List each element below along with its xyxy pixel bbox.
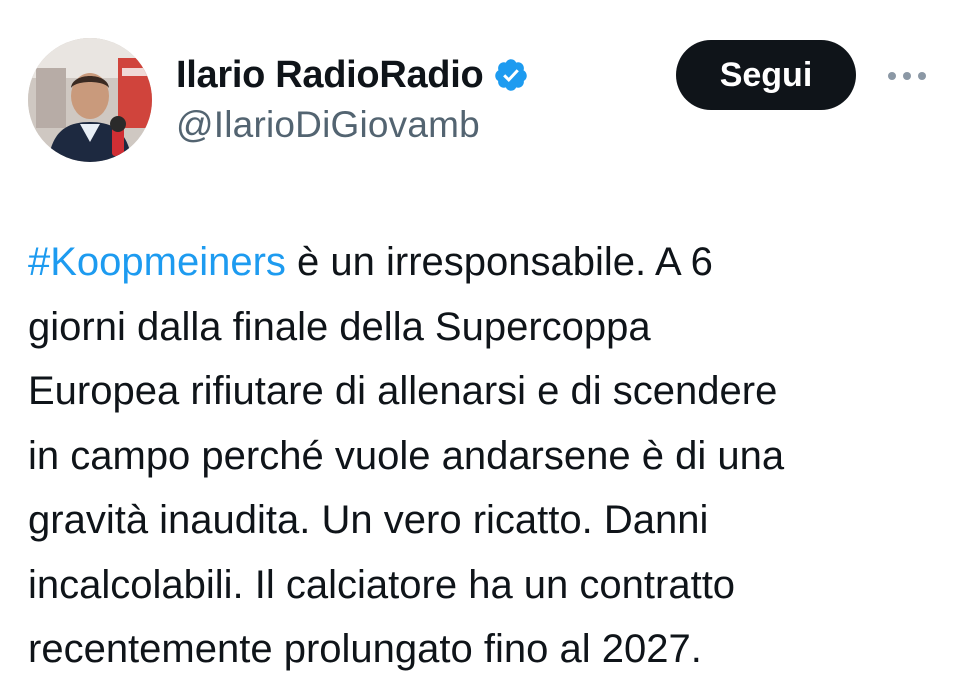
more-horizontal-icon[interactable]: [878, 54, 936, 98]
avatar[interactable]: [28, 38, 152, 162]
follow-button[interactable]: Segui: [676, 40, 856, 110]
more-dot: [888, 72, 896, 80]
verified-badge-icon[interactable]: [493, 57, 529, 93]
tweet-header: Ilario RadioRadio @IlarioDiGiovamb Segui: [0, 0, 960, 180]
more-dot: [903, 72, 911, 80]
tweet-body: è un irresponsabile. A 6 giorni dalla fi…: [28, 240, 785, 671]
author-display-name[interactable]: Ilario RadioRadio: [176, 54, 484, 97]
tweet-text: #Koopmeiners è un irresponsabile. A 6 gi…: [28, 230, 948, 682]
author-handle[interactable]: @IlarioDiGiovamb: [176, 104, 480, 146]
hashtag-link[interactable]: #Koopmeiners: [28, 240, 286, 284]
more-dot: [918, 72, 926, 80]
author-name-row: Ilario RadioRadio: [176, 50, 529, 100]
avatar-photo: [28, 38, 152, 162]
